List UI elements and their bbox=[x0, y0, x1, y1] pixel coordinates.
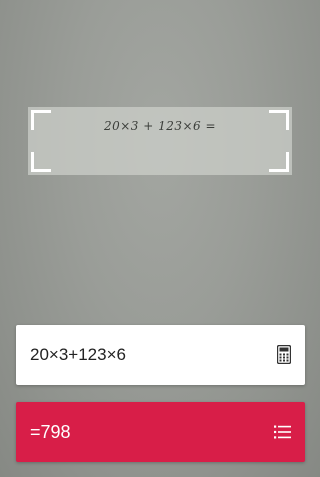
result-text: =798 bbox=[30, 422, 71, 442]
calculator-icon[interactable] bbox=[277, 345, 291, 364]
result-card[interactable]: =798 bbox=[16, 402, 305, 462]
expression-card[interactable]: 20×3+123×6 bbox=[16, 325, 305, 385]
scan-frame: 20×3 + 123×6 = bbox=[28, 107, 292, 175]
expression-text[interactable]: 20×3+123×6 bbox=[30, 345, 126, 365]
scan-corner-bottom-left bbox=[31, 152, 51, 172]
scan-corner-bottom-right bbox=[269, 152, 289, 172]
camera-view: 20×3 + 123×6 = 20×3+123×6 =798 bbox=[0, 0, 320, 477]
list-icon[interactable] bbox=[274, 425, 291, 439]
handwritten-expression: 20×3 + 123×6 = bbox=[103, 119, 217, 133]
